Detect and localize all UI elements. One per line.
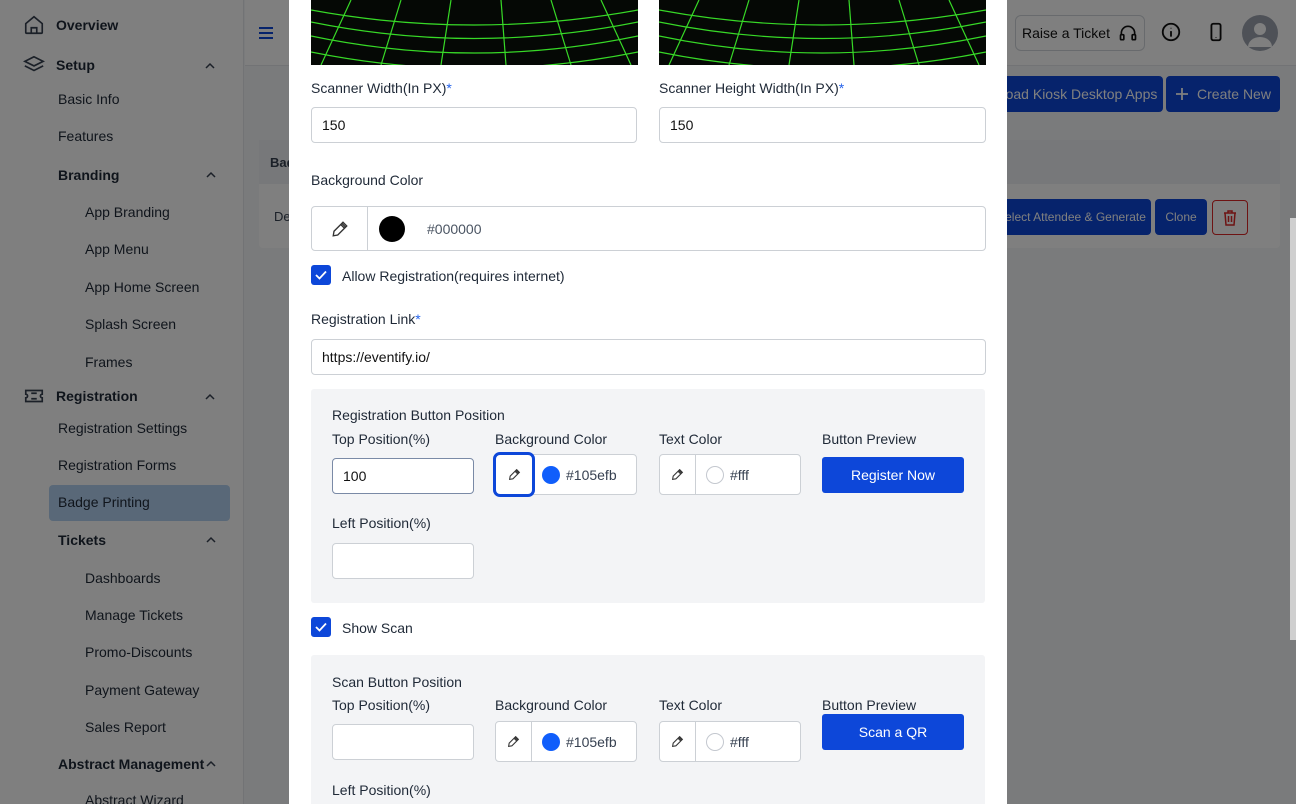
reg-background-color-field[interactable]: #105efb (493, 452, 637, 497)
scan-background-color-label: Background Color (495, 697, 608, 713)
reg-button-preview-label: Button Preview (822, 431, 917, 447)
allow-registration-label: Allow Registration(requires internet) (342, 268, 565, 284)
reg-bg-color-value: #105efb (566, 466, 617, 483)
reg-left-position-input[interactable] (332, 543, 474, 579)
scan-text-color-field[interactable]: #fff (659, 721, 801, 762)
registration-link-value: https://eventify.io/ (322, 349, 430, 365)
eyedropper-icon (331, 220, 348, 237)
scanner-height-label: Scanner Height Width(In PX)* (659, 80, 844, 96)
scanner-height-value: 150 (670, 117, 694, 133)
background-color-label: Background Color (311, 172, 424, 188)
badge-settings-modal: Scanner Width(In PX)* 150 Scanner Height… (289, 0, 1007, 804)
required-mark: * (415, 311, 421, 327)
reg-top-position-label: Top Position(%) (332, 431, 431, 447)
required-mark: * (838, 80, 845, 96)
reg-text-color-value: #fff (730, 466, 749, 483)
scan-text-color-label: Text Color (659, 697, 723, 713)
reg-text-eyedropper-button[interactable] (660, 455, 696, 494)
scanner-width-label: Scanner Width(In PX)* (311, 80, 452, 96)
registration-link-input[interactable]: https://eventify.io/ (311, 339, 986, 375)
reg-text-color-label: Text Color (659, 431, 723, 447)
eyedropper-icon (507, 735, 520, 748)
scanner-width-label-text: Scanner Width(In PX) (311, 80, 447, 96)
scanner-width-input[interactable]: 150 (311, 107, 637, 143)
scan-qr-preview-button[interactable]: Scan a QR (822, 714, 964, 750)
registration-link-label-text: Registration Link (311, 311, 416, 327)
page-scrollbar[interactable] (1290, 218, 1296, 640)
reg-left-position-label: Left Position(%) (332, 515, 431, 531)
eyedropper-icon (671, 735, 684, 748)
scan-button-title: Scan Button Position (332, 674, 462, 690)
scanner-width-value: 150 (322, 117, 346, 133)
required-mark: * (446, 80, 452, 96)
scan-top-position-input[interactable] (332, 724, 474, 760)
reg-bg-eyedropper-button[interactable] (493, 452, 535, 497)
scan-bg-color-value: #105efb (566, 733, 617, 750)
scan-text-eyedropper-button[interactable] (660, 722, 696, 761)
eyedropper-button[interactable] (312, 207, 368, 250)
show-scan-label: Show Scan (342, 620, 413, 636)
color-swatch (706, 465, 724, 484)
eyedropper-icon (671, 468, 684, 481)
scanner-width-preview-image (311, 0, 638, 65)
scan-top-position-label: Top Position(%) (332, 697, 431, 713)
scanner-height-input[interactable]: 150 (659, 107, 986, 143)
scan-bg-eyedropper-button[interactable] (496, 722, 532, 761)
scan-left-position-label: Left Position(%) (332, 782, 431, 798)
color-swatch (379, 215, 405, 242)
reg-top-position-input[interactable]: 100 (332, 458, 474, 494)
registration-link-label: Registration Link* (311, 311, 421, 327)
reg-background-color-label: Background Color (495, 431, 608, 447)
checkmark-icon (315, 622, 327, 632)
background-color-value: #000000 (427, 220, 482, 237)
color-swatch (542, 732, 560, 751)
scan-button-preview-label: Button Preview (822, 697, 917, 713)
registration-button-title: Registration Button Position (332, 407, 505, 423)
scan-background-color-field[interactable]: #105efb (495, 721, 637, 762)
checkmark-icon (315, 270, 327, 280)
scan-text-color-value: #fff (730, 733, 749, 750)
scanner-height-preview-image (659, 0, 986, 65)
background-color-field[interactable]: #000000 (311, 206, 986, 251)
reg-top-position-value: 100 (343, 468, 367, 484)
show-scan-checkbox[interactable] (311, 617, 331, 637)
scanner-height-label-text: Scanner Height Width(In PX) (659, 80, 839, 96)
color-swatch (706, 732, 724, 751)
reg-text-color-field[interactable]: #fff (659, 454, 801, 495)
allow-registration-checkbox[interactable] (311, 265, 331, 285)
color-swatch (542, 465, 560, 484)
eyedropper-icon (508, 468, 520, 481)
register-now-preview-button[interactable]: Register Now (822, 457, 964, 493)
